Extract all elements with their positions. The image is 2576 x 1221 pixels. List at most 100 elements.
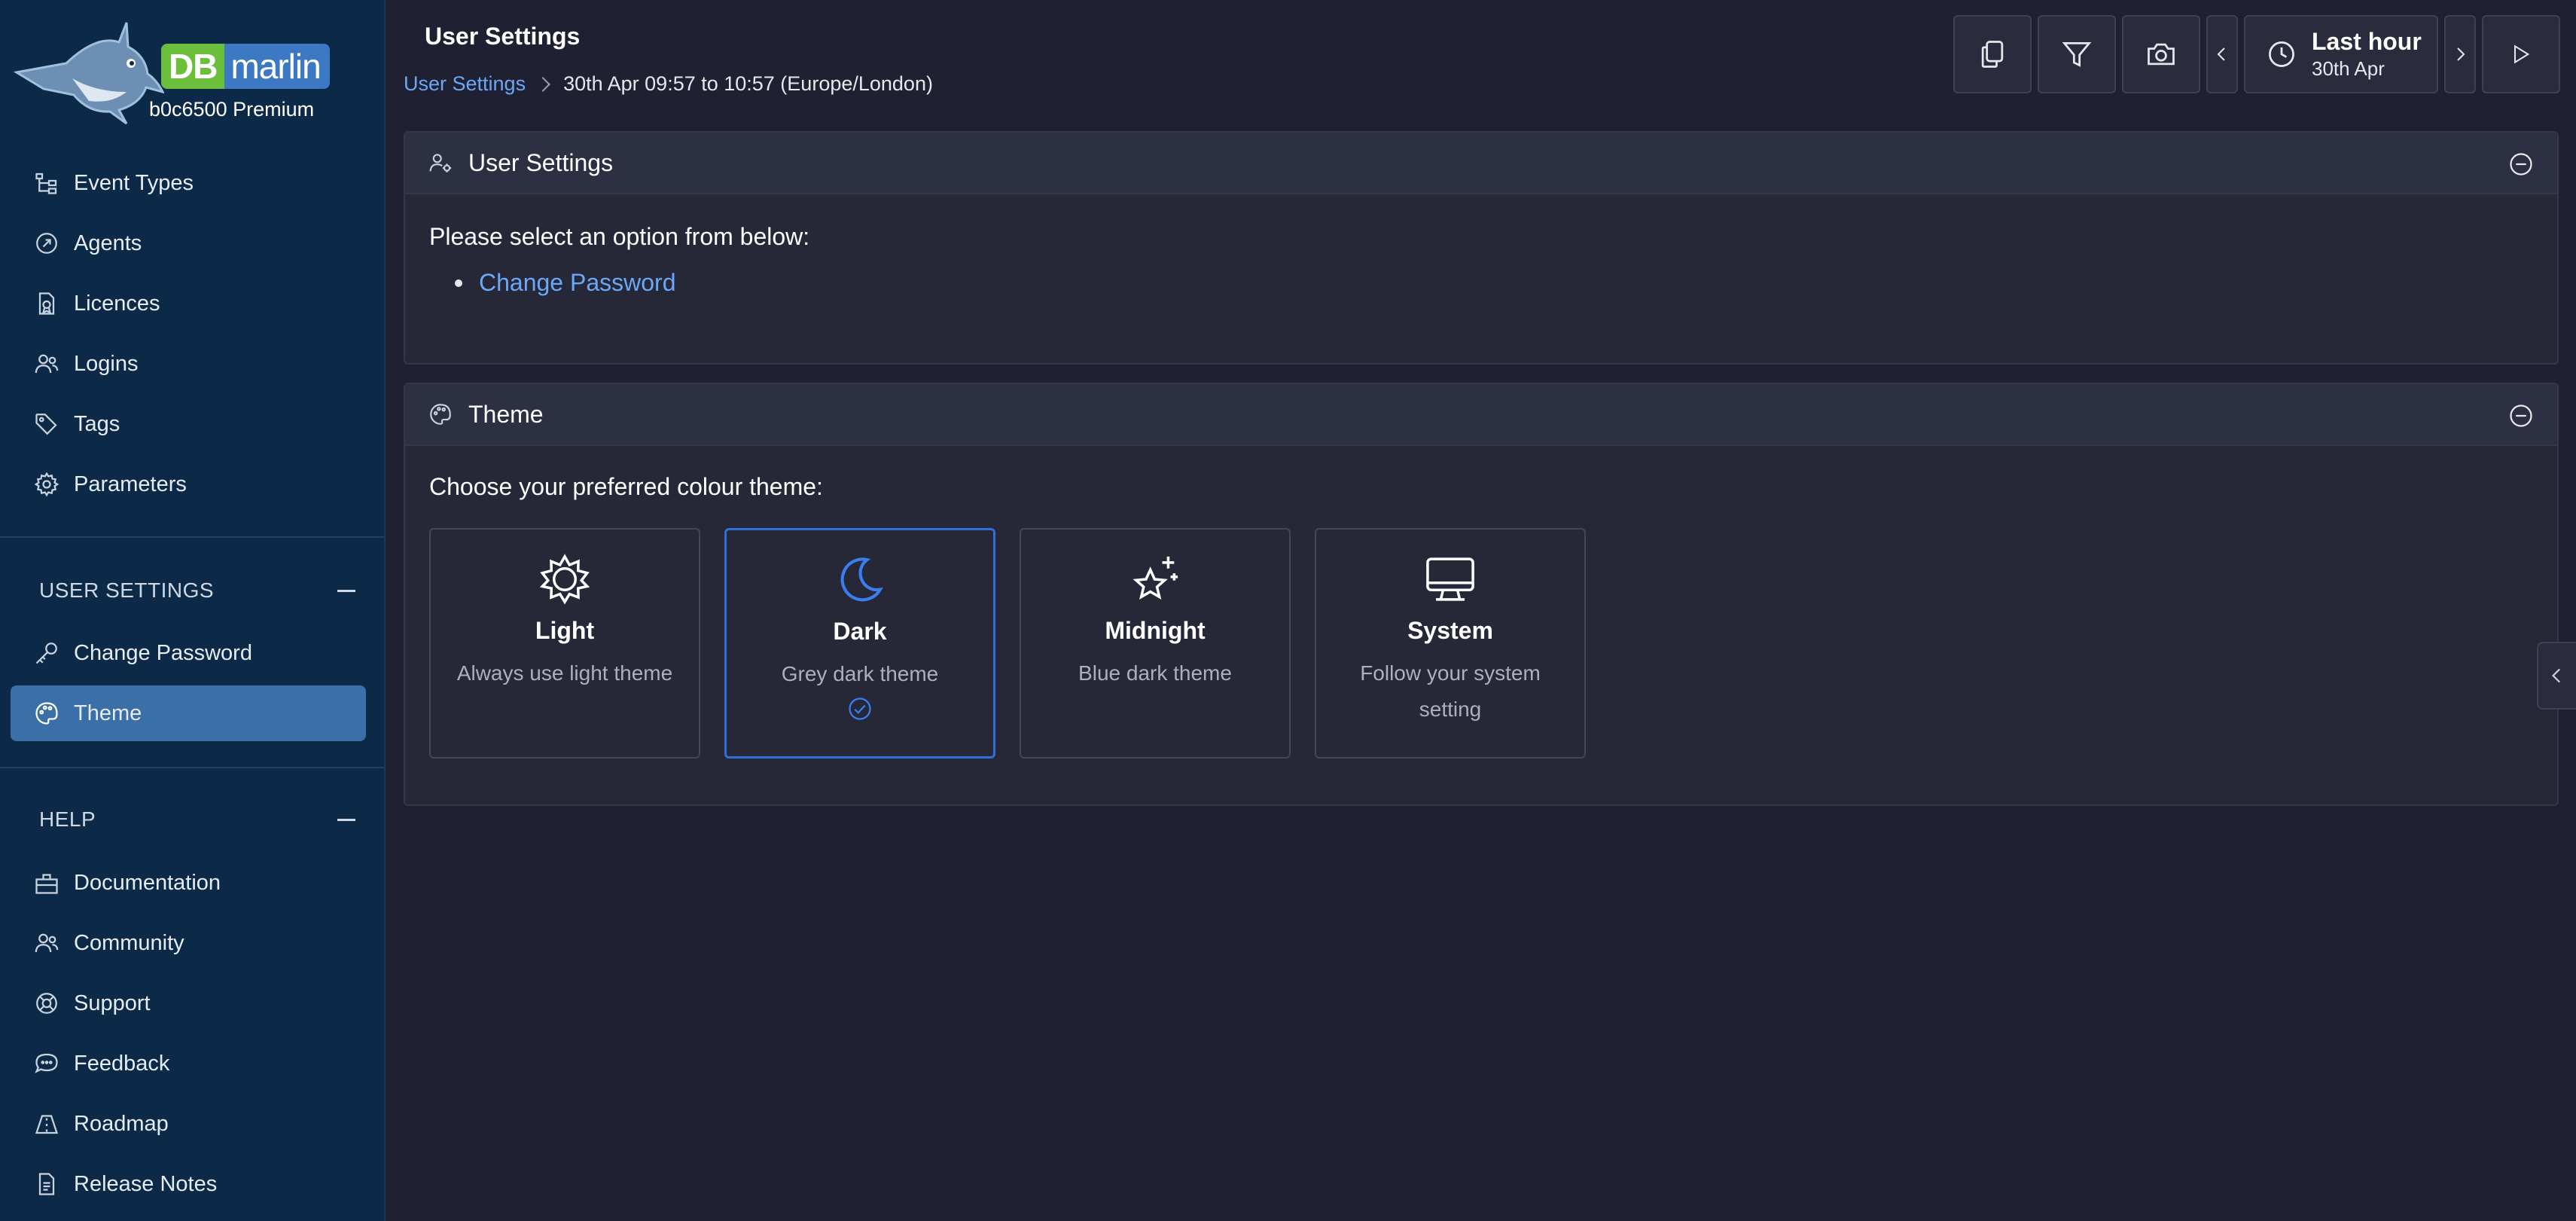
sidebar-item-theme[interactable]: Theme [11,685,366,741]
sidebar-item-label: Change Password [74,640,252,665]
sidebar-divider [0,536,384,538]
panel-title: User Settings [468,148,614,176]
next-period-button[interactable] [2444,15,2476,93]
panel-title: Theme [468,400,544,428]
time-range-button[interactable]: Last hour 30th Apr [2244,15,2438,93]
previous-period-button[interactable] [2206,15,2238,93]
roadmap-icon [35,1115,59,1134]
main-content: User Settings User Settings 30th Apr 09:… [386,0,2576,1221]
time-range-label: Last hour [2312,28,2422,55]
user-settings-panel-header: User Settings [405,133,2557,194]
sidebar-item-logins[interactable]: Logins [11,336,366,392]
event-types-icon [35,172,57,194]
sidebar-item-label: Licences [74,291,160,316]
user-settings-panel: User Settings Please select an option fr… [404,131,2559,365]
sidebar-item-label: Community [74,930,184,955]
feedback-icon [35,1053,58,1073]
filter-button[interactable] [2038,15,2116,93]
sidebar-item-support[interactable]: Support [11,975,366,1031]
brand-logo[interactable]: DB marlin b0c6500 Premium [14,20,375,133]
marlin-icon [14,22,164,125]
sidebar-item-release-notes[interactable]: Release Notes [11,1156,366,1212]
section-title: USER SETTINGS [39,578,215,602]
play-button[interactable] [2482,15,2560,93]
sidebar-item-label: Roadmap [74,1111,169,1136]
sidebar-item-event-types[interactable]: Event Types [11,155,366,211]
camera-icon [2148,43,2175,66]
theme-option-system[interactable]: System Follow your system setting [1315,528,1586,759]
side-panel-toggle[interactable] [2537,642,2576,710]
theme-name: Light [535,617,595,644]
sidebar-item-community[interactable]: Community [11,915,366,971]
key-icon [35,643,57,664]
change-password-link[interactable]: Change Password [479,269,675,297]
theme-option-dark[interactable]: Dark Grey dark theme [724,528,995,759]
theme-description: Always use light theme [456,661,673,685]
stars-icon [1133,556,1178,600]
collapse-panel-icon[interactable] [2507,402,2535,429]
agents-icon [36,233,57,254]
play-icon [2514,44,2530,64]
logo-wordmark: DB marlin [161,44,330,89]
sidebar-section-help[interactable]: HELP [39,801,370,838]
user-settings-panel-body: Please select an option from below: Chan… [405,194,2557,297]
sidebar-item-agents[interactable]: Agents [11,215,366,271]
user-settings-prompt: Please select an option from below: [429,223,810,250]
community-icon [35,933,59,953]
sidebar-item-label: Release Notes [74,1171,218,1196]
sidebar-item-label: Parameters [74,472,187,496]
theme-panel-header: Theme [405,384,2557,446]
logins-icon [35,354,59,374]
sidebar-item-label: Theme [74,701,142,725]
theme-panel-body: Choose your preferred colour theme: Ligh… [405,446,2557,762]
chevron-left-icon [2217,47,2225,61]
sidebar-item-parameters[interactable]: Parameters [11,456,366,512]
theme-name: System [1407,617,1493,644]
moon-icon [840,557,883,602]
sidebar-item-documentation[interactable]: Documentation [11,855,366,911]
theme-name: Dark [833,618,887,645]
sidebar-item-label: Logins [74,351,139,376]
sun-icon [539,554,590,605]
sidebar-item-roadmap[interactable]: Roadmap [11,1096,366,1152]
tag-icon [35,414,57,435]
sidebar-section-user-settings[interactable]: USER SETTINGS [39,572,370,609]
section-title: HELP [39,807,96,831]
monitor-icon [1426,557,1474,601]
breadcrumb: User Settings 30th Apr 09:57 to 10:57 (E… [404,72,933,96]
theme-prompt: Choose your preferred colour theme: [429,473,823,500]
release-notes-icon [38,1173,55,1195]
sidebar-item-tags[interactable]: Tags [11,396,366,452]
licences-icon [38,292,55,315]
theme-option-light[interactable]: Light Always use light theme [429,528,700,759]
clock-icon [2269,41,2294,67]
copy-button[interactable] [1953,15,2032,93]
user-gear-icon [429,154,452,172]
sidebar-item-feedback[interactable]: Feedback [11,1036,366,1091]
sidebar-item-label: Support [74,991,151,1015]
collapse-section-icon[interactable] [337,818,355,821]
sidebar-item-licences[interactable]: Licences [11,276,366,331]
time-range-labels: Last hour 30th Apr [2312,28,2422,81]
sidebar: DB marlin b0c6500 Premium Event Types Ag… [0,0,386,1221]
collapse-section-icon[interactable] [337,589,355,592]
theme-description: Blue dark theme [1078,661,1232,685]
chevron-right-icon [535,76,550,92]
theme-option-midnight[interactable]: Midnight Blue dark theme [1020,528,1291,759]
snapshot-button[interactable] [2122,15,2200,93]
collapse-panel-icon[interactable] [2507,151,2535,178]
palette-icon [35,702,58,725]
time-range-date: 30th Apr [2312,57,2385,80]
filter-icon [2062,41,2092,67]
sidebar-item-change-password[interactable]: Change Password [11,625,366,681]
documentation-icon [35,874,58,894]
breadcrumb-link-user-settings[interactable]: User Settings [404,72,526,96]
list-item: Change Password [429,269,2533,297]
sidebar-item-label: Tags [74,411,120,436]
theme-options: Light Always use light theme Dark Grey d… [429,528,2533,762]
chevron-right-icon [2457,47,2465,61]
palette-icon [430,404,451,425]
org-name: b0c6500 Premium [149,98,315,121]
theme-description: Grey dark theme [781,662,939,685]
gear-icon [34,472,59,497]
